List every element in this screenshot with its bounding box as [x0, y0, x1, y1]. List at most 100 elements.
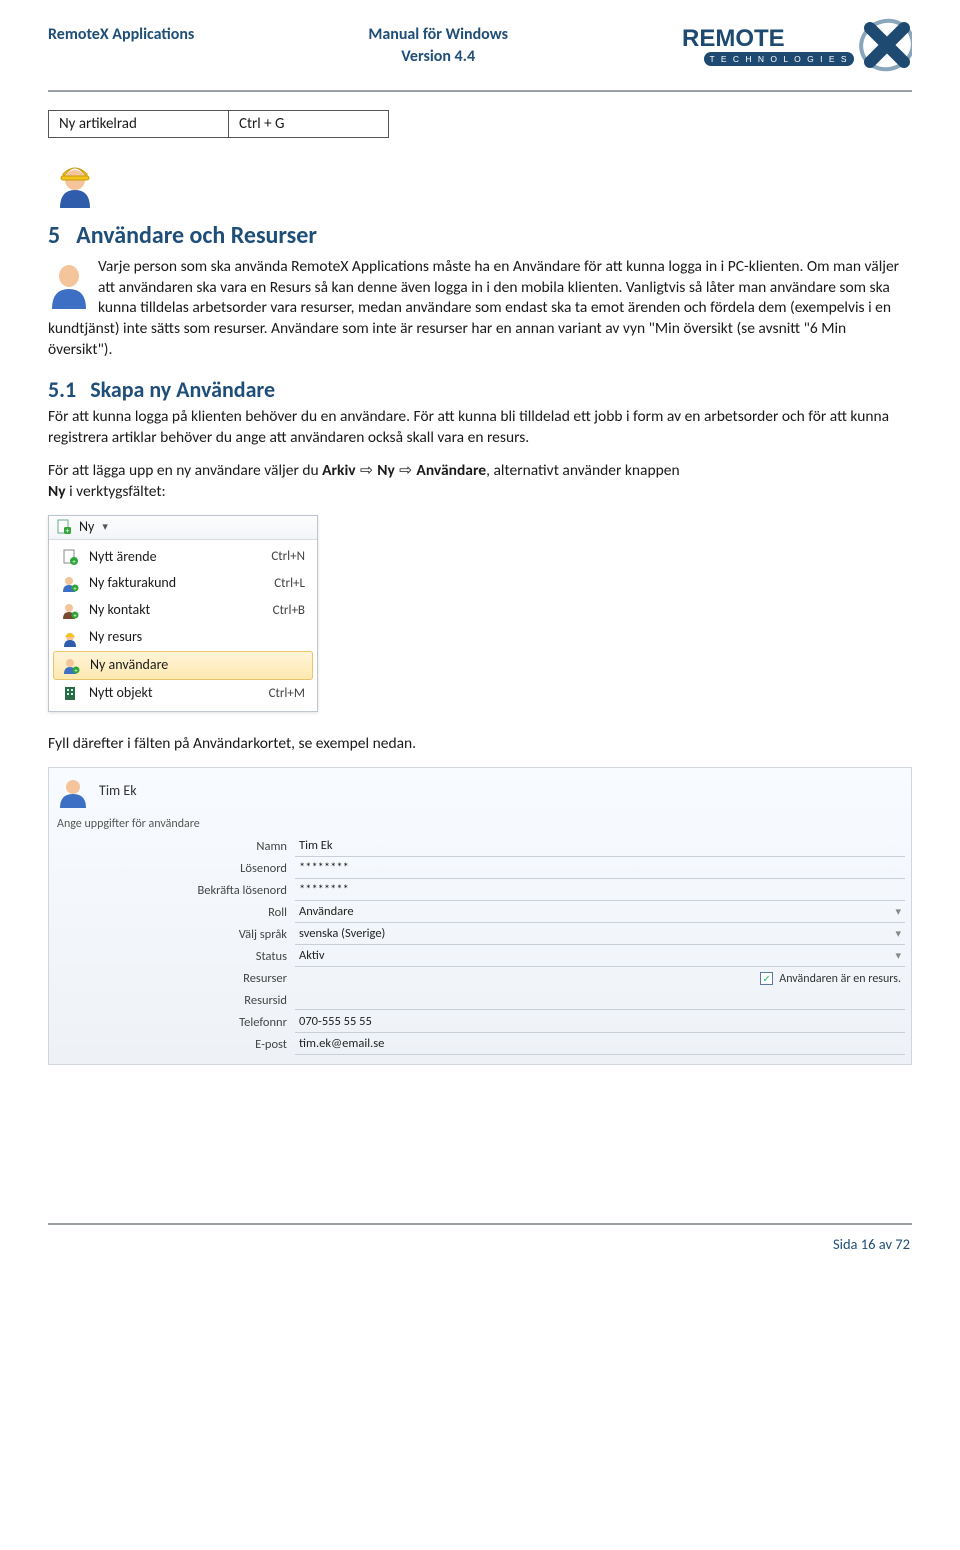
menu-item-shortcut: Ctrl+N	[271, 548, 305, 566]
arrow-icon: ⇨	[356, 462, 378, 479]
menu-item-label: Ny resurs	[89, 628, 295, 647]
section-5-heading: 5 Användare och Resurser	[48, 220, 912, 252]
menu-item-ny-kontakt[interactable]: + Ny kontakt Ctrl+B	[53, 597, 313, 624]
person-plus-icon: +	[61, 602, 79, 620]
checkbox-icon: ✓	[760, 972, 773, 985]
menu-item-nytt-objekt[interactable]: Nytt objektCtrl+M	[53, 680, 313, 707]
row-phone: Telefonnr 070-555 55 55	[215, 1012, 905, 1034]
header-left: RemoteX Applications	[48, 18, 194, 46]
label-confirm: Bekräfta lösenord	[185, 883, 295, 900]
header-title-line1: Manual för Windows	[368, 24, 508, 46]
para2-pre: För att lägga upp en ny användare väljer…	[48, 461, 322, 480]
svg-text:+: +	[74, 584, 77, 592]
field-status[interactable]: Aktiv▾	[295, 947, 905, 967]
section-5-title: Användare och Resurser	[76, 221, 317, 250]
menu-item-label: Ny användare	[90, 656, 294, 675]
row-resurser: Resurser ✓ Användaren är en resurs.	[215, 968, 905, 990]
worker-icon	[61, 629, 79, 647]
menu-item-ny-anv-ndare[interactable]: + Ny användare	[53, 651, 313, 680]
remotex-logo: REMOTE T E C H N O L O G I E S	[682, 18, 912, 76]
field-lang[interactable]: svenska (Sverige)▾	[295, 925, 905, 945]
field-phone[interactable]: 070-555 55 55	[295, 1013, 905, 1033]
menu-item-label: Ny fakturakund	[89, 574, 264, 593]
row-confirm: Bekräfta lösenord ********	[215, 880, 905, 902]
menu-item-shortcut: Ctrl+M	[269, 685, 305, 703]
para2-ny: Ny	[377, 461, 395, 480]
row-resursid: Resursid	[215, 990, 905, 1012]
arrow-icon: ⇨	[395, 462, 417, 479]
label-status: Status	[215, 949, 295, 966]
after-dropdown-text: Fyll därefter i fälten på Användarkortet…	[48, 734, 912, 755]
field-password[interactable]: ********	[295, 859, 905, 879]
chevron-down-icon: ▾	[102, 520, 108, 535]
row-password: Lösenord ********	[215, 858, 905, 880]
chevron-down-icon: ▾	[895, 949, 901, 964]
shortcut-table: Ny artikelrad Ctrl + G	[48, 110, 389, 138]
user-card-header: Tim Ek	[55, 774, 905, 814]
user-plus-icon: +	[61, 575, 79, 593]
label-lang: Välj språk	[215, 927, 295, 944]
ny-dropdown-items: +Nytt ärendeCtrl+N+Ny fakturakundCtrl+L+…	[49, 540, 317, 711]
para2-post2: i verktygsfältet:	[66, 482, 166, 501]
menu-item-shortcut: Ctrl+L	[274, 575, 305, 593]
svg-text:REMOTE: REMOTE	[682, 25, 785, 52]
remotex-logo-svg: REMOTE T E C H N O L O G I E S	[682, 18, 912, 76]
para2-anvandare: Användare	[416, 461, 486, 480]
user-card-subhint: Ange uppgifter för användare	[57, 816, 905, 832]
label-phone: Telefonnr	[215, 1015, 295, 1032]
section-5-paragraph: Varje person som ska använda RemoteX App…	[48, 257, 912, 362]
chevron-down-icon: ▾	[895, 905, 901, 920]
label-email: E-post	[215, 1037, 295, 1054]
footer-rule	[48, 1223, 912, 1225]
section-5-1-title: Skapa ny Användare	[90, 376, 275, 403]
menu-item-label: Ny kontakt	[89, 601, 263, 620]
field-name[interactable]: Tim Ek	[295, 837, 905, 857]
svg-text:+: +	[72, 557, 76, 566]
label-role: Roll	[215, 905, 295, 922]
label-password: Lösenord	[215, 861, 295, 878]
chevron-down-icon: ▾	[895, 927, 901, 942]
header-rule	[48, 90, 912, 92]
section-5-1-para2: För att lägga upp en ny användare väljer…	[48, 461, 912, 503]
menu-item-nytt-rende[interactable]: + Nytt ärende Ctrl+N	[53, 544, 313, 571]
field-confirm[interactable]: ********	[295, 881, 905, 901]
row-lang: Välj språk svenska (Sverige)▾	[215, 924, 905, 946]
ny-dropdown-menu: + Ny ▾ + Nytt ärende Ctrl+N + Ny fakturakund…	[48, 515, 318, 712]
field-role[interactable]: Användare▾	[295, 903, 905, 923]
doc-plus-icon: +	[61, 548, 79, 566]
row-name: Namn Tim Ek	[215, 836, 905, 858]
header-center: Manual för Windows Version 4.4	[368, 18, 508, 67]
ny-dropdown-caption[interactable]: + Ny ▾	[49, 516, 317, 540]
menu-item-ny-fakturakund[interactable]: + Ny fakturakund Ctrl+L	[53, 570, 313, 597]
menu-item-label: Nytt ärende	[89, 548, 261, 567]
section-5-1-heading: 5.1Skapa ny Användare	[48, 375, 912, 405]
field-email[interactable]: tim.ek@email.se	[295, 1035, 905, 1055]
field-resurser: ✓ Användaren är en resurs.	[295, 970, 905, 988]
para2-ny2: Ny	[48, 482, 66, 501]
user-card-form: Tim Ek Ange uppgifter för användare Namn…	[48, 767, 912, 1065]
para2-arkiv: Arkiv	[322, 461, 355, 480]
section-5-1-para1: För att kunna logga på klienten behöver …	[48, 407, 912, 449]
user-icon: +	[62, 657, 80, 675]
user-display-name: Tim Ek	[99, 782, 137, 801]
row-status: Status Aktiv▾	[215, 946, 905, 968]
user-icon	[48, 261, 90, 309]
para2-post1: , alternativt använder knappen	[486, 461, 680, 480]
menu-item-ny-resurs[interactable]: Ny resurs	[53, 624, 313, 651]
shortcut-label: Ny artikelrad	[49, 111, 229, 138]
row-email: E-post tim.ek@email.se	[215, 1034, 905, 1056]
label-name: Namn	[215, 839, 295, 856]
is-resource-label: Användaren är en resurs.	[779, 971, 901, 987]
svg-text:+: +	[66, 526, 70, 536]
section-5-number: 5	[48, 221, 60, 250]
field-resursid[interactable]	[295, 992, 905, 1010]
new-doc-icon: +	[55, 518, 73, 536]
logo-sub: T E C H N O L O G I E S	[709, 54, 848, 64]
row-role: Roll Användare▾	[215, 902, 905, 924]
is-resource-checkbox[interactable]: ✓ Användaren är en resurs.	[760, 971, 901, 987]
label-resursid: Resursid	[215, 993, 295, 1010]
building-icon	[61, 684, 79, 702]
svg-text:+: +	[75, 666, 78, 674]
user-icon	[57, 776, 89, 808]
menu-item-shortcut: Ctrl+B	[273, 602, 305, 620]
